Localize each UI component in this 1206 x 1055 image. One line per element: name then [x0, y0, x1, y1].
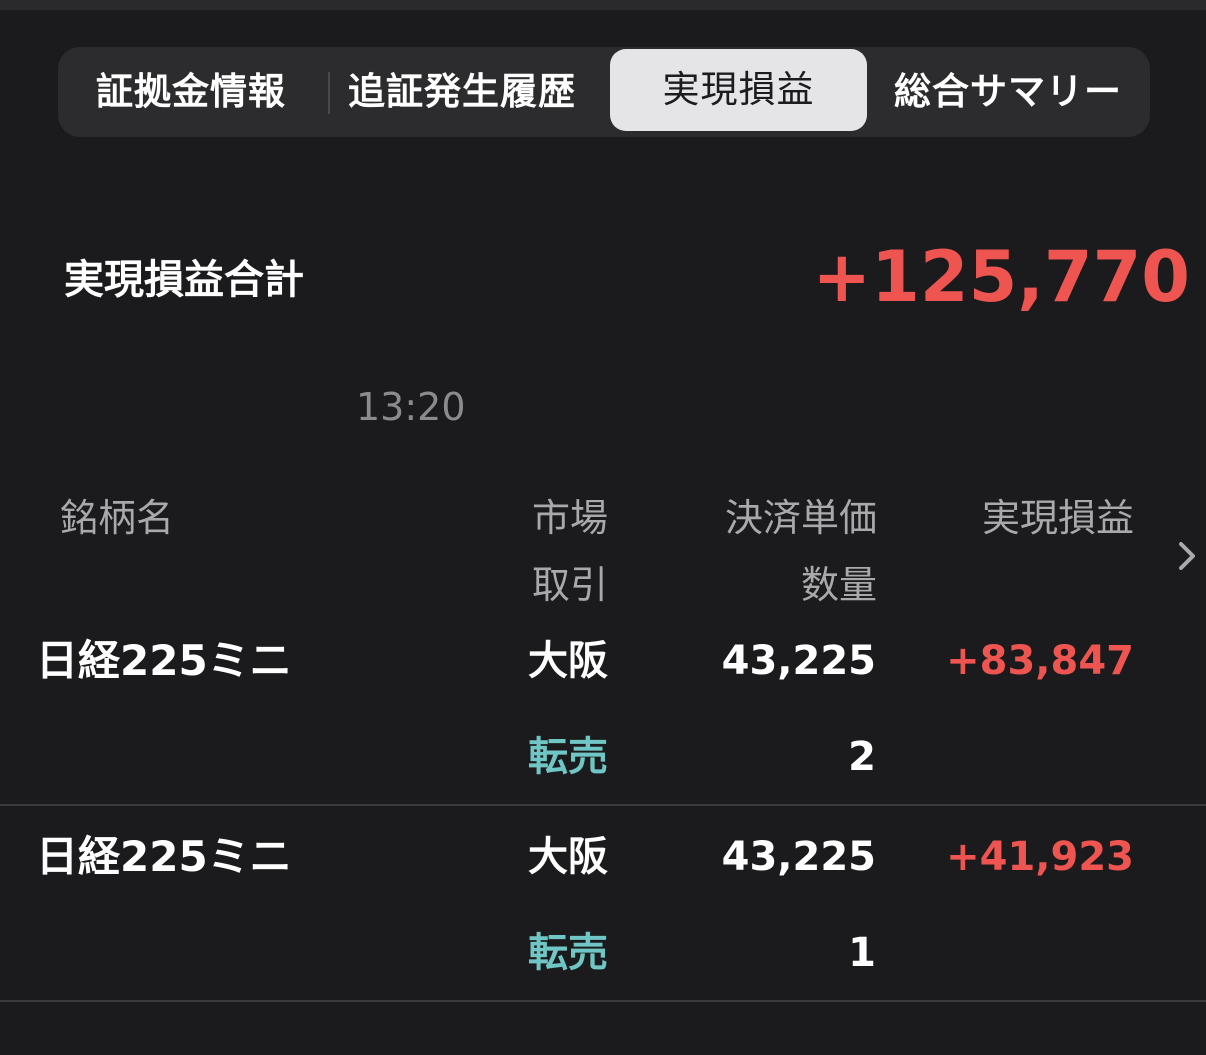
header-settlement-price: 決済単価 — [724, 496, 877, 540]
header-quantity: 数量 — [800, 563, 877, 607]
tab-divider — [328, 72, 330, 114]
row-price: 43,225 — [721, 638, 876, 684]
row-name: 日経225ミニ — [36, 832, 292, 881]
total-pnl-value: +125,770 — [812, 236, 1190, 318]
header-name: 銘柄名 — [60, 496, 175, 540]
tab-margin-info[interactable]: 証拠金情報 — [96, 47, 286, 137]
header-trade-type: 取引 — [532, 563, 609, 607]
row-quantity: 1 — [848, 930, 876, 976]
tab-overall-summary[interactable]: 総合サマリー — [894, 47, 1122, 137]
total-pnl-label: 実現損益合計 — [64, 257, 304, 303]
top-strip — [0, 0, 1206, 10]
row-name: 日経225ミニ — [36, 636, 292, 685]
chevron-right-icon[interactable] — [1172, 536, 1202, 576]
header-realized-pnl: 実現損益 — [981, 496, 1134, 540]
row-market: 大阪 — [528, 834, 608, 880]
tab-margin-call-history[interactable]: 追証発生履歴 — [348, 47, 576, 137]
row-market: 大阪 — [528, 638, 608, 684]
tab-realized-pnl[interactable]: 実現損益 — [610, 49, 867, 131]
row-divider — [0, 1000, 1206, 1002]
row-trade-type: 転売 — [528, 734, 608, 780]
row-price: 43,225 — [721, 834, 876, 880]
row-pnl: +41,923 — [946, 834, 1134, 880]
timestamp: 13:20 — [356, 385, 466, 429]
row-trade-type: 転売 — [528, 930, 608, 976]
row-quantity: 2 — [848, 734, 876, 780]
row-divider — [0, 804, 1206, 806]
header-market: 市場 — [532, 496, 609, 540]
tab-bar: 証拠金情報 追証発生履歴 実現損益 総合サマリー — [58, 47, 1150, 137]
row-pnl: +83,847 — [946, 638, 1134, 684]
